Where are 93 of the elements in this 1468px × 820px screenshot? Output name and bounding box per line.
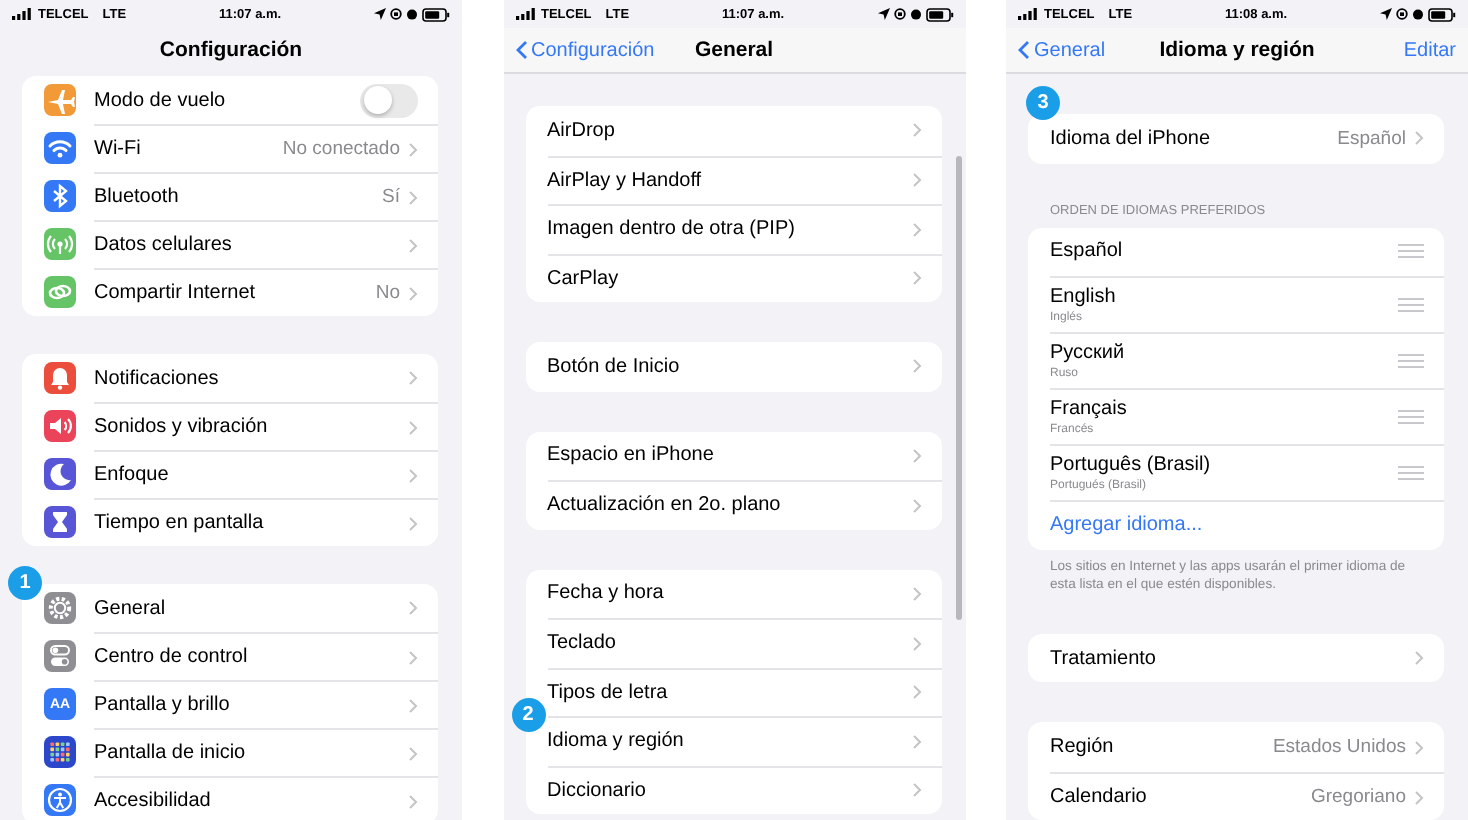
chevron-icon xyxy=(911,497,921,514)
chevron-icon xyxy=(911,122,921,139)
settings-row[interactable]: Español xyxy=(1028,227,1444,276)
chevron-icon xyxy=(1414,789,1424,806)
drag-handle-icon[interactable] xyxy=(1398,466,1424,480)
chevron-icon xyxy=(408,370,418,386)
toggle-switch[interactable] xyxy=(360,83,418,117)
location-icon xyxy=(877,8,889,20)
settings-row[interactable]: Región Estados Unidos xyxy=(1028,722,1444,772)
settings-row[interactable]: Imagen dentro de otra (PIP) xyxy=(525,204,941,253)
signal-icon xyxy=(1018,8,1038,20)
chevron-icon xyxy=(911,782,921,799)
back-button[interactable]: General xyxy=(1018,39,1106,61)
settings-row[interactable]: Teclado xyxy=(525,618,941,667)
chevron-icon xyxy=(408,467,418,483)
scrollbar[interactable] xyxy=(956,156,961,620)
chevron-icon xyxy=(911,172,921,189)
chevron-icon xyxy=(911,585,921,602)
back-chevron-icon xyxy=(515,40,527,60)
settings-row[interactable]: Bluetooth Sí xyxy=(22,172,438,220)
battery-icon xyxy=(1428,7,1456,21)
chevron-icon xyxy=(408,141,418,157)
screen-title: Configuración xyxy=(159,38,303,62)
add-language-link[interactable]: Agregar idioma... xyxy=(1028,500,1444,549)
settings-row[interactable]: Sonidos y vibración xyxy=(22,402,438,450)
location-icon xyxy=(1380,8,1392,20)
drag-handle-icon[interactable] xyxy=(1398,298,1424,312)
signal-icon xyxy=(515,8,535,20)
signal-icon xyxy=(12,8,32,20)
chevron-icon xyxy=(1414,739,1424,756)
row-value: Sí xyxy=(382,186,400,208)
settings-row[interactable]: Centro de control xyxy=(22,632,438,680)
settings-row[interactable]: Wi-Fi No conectado xyxy=(22,124,438,172)
chevron-icon xyxy=(408,697,418,713)
row-value: Español xyxy=(1337,127,1406,150)
settings-row[interactable]: Tiempo en pantalla xyxy=(22,498,438,546)
battery-icon xyxy=(925,7,953,21)
chevron-icon xyxy=(911,635,921,652)
chevron-icon xyxy=(408,515,418,531)
settings-row[interactable]: Calendario Gregoriano xyxy=(1028,771,1444,820)
settings-row[interactable]: Tratamiento xyxy=(1028,633,1444,683)
drag-handle-icon[interactable] xyxy=(1398,354,1424,368)
rotation-lock-icon xyxy=(893,8,905,20)
row-value: Estados Unidos xyxy=(1272,736,1406,759)
settings-row[interactable]: AirPlay y Handoff xyxy=(525,155,941,204)
screen-title: General xyxy=(694,38,774,62)
settings-row[interactable]: Datos celulares xyxy=(22,220,438,268)
chevron-icon xyxy=(408,237,418,253)
step-badge: 1 xyxy=(8,566,42,600)
settings-row[interactable]: Fecha y hora xyxy=(525,569,941,618)
row-value: Gregoriano xyxy=(1310,786,1406,809)
settings-row[interactable]: Botón de Inicio xyxy=(525,342,941,391)
settings-row[interactable]: Notificaciones xyxy=(22,354,438,402)
settings-row[interactable]: Espacio en iPhone xyxy=(525,431,941,480)
back-button[interactable]: Configuración xyxy=(515,39,655,61)
settings-row[interactable]: Actualización en 2o. plano xyxy=(525,480,941,529)
settings-row[interactable]: Enfoque xyxy=(22,450,438,498)
rotation-lock-icon xyxy=(390,8,402,20)
row-value: No conectado xyxy=(282,138,400,160)
battery-icon xyxy=(422,7,450,21)
edit-button[interactable]: Editar xyxy=(1403,39,1456,61)
chevron-icon xyxy=(408,285,418,301)
rotation-lock-icon xyxy=(1396,8,1408,20)
chevron-icon xyxy=(1414,650,1424,667)
step-badge: 3 xyxy=(1026,86,1060,120)
settings-row[interactable]: AirDrop xyxy=(525,106,941,155)
chevron-icon xyxy=(911,733,921,750)
drag-handle-icon[interactable] xyxy=(1398,410,1424,424)
settings-row[interactable]: CarPlay xyxy=(525,253,941,302)
chevron-icon xyxy=(408,189,418,205)
screen-title: Idioma y región xyxy=(1159,38,1315,62)
settings-row[interactable]: Idioma del iPhone Español xyxy=(1028,114,1444,163)
drag-handle-icon[interactable] xyxy=(1398,244,1424,259)
chevron-icon xyxy=(911,270,921,287)
settings-row[interactable]: Accesibilidad xyxy=(22,776,438,820)
step-badge: 2 xyxy=(511,698,545,732)
settings-row[interactable]: Compartir Internet No xyxy=(22,268,438,316)
chevron-icon xyxy=(911,221,921,238)
chevron-icon xyxy=(408,600,418,616)
row-value: No xyxy=(375,282,400,304)
chevron-icon xyxy=(408,649,418,665)
settings-row[interactable]: Diccionario xyxy=(525,765,941,814)
settings-row[interactable]: Modo de vuelo xyxy=(22,76,438,124)
chevron-icon xyxy=(408,419,418,435)
settings-row[interactable]: Pantalla de inicio xyxy=(22,728,438,776)
chevron-icon xyxy=(1414,130,1424,147)
chevron-icon xyxy=(911,358,921,375)
location-icon xyxy=(374,8,386,20)
chevron-icon xyxy=(408,793,418,809)
back-chevron-icon xyxy=(1018,40,1030,60)
chevron-icon xyxy=(911,447,921,464)
chevron-icon xyxy=(911,684,921,701)
chevron-icon xyxy=(408,745,418,761)
